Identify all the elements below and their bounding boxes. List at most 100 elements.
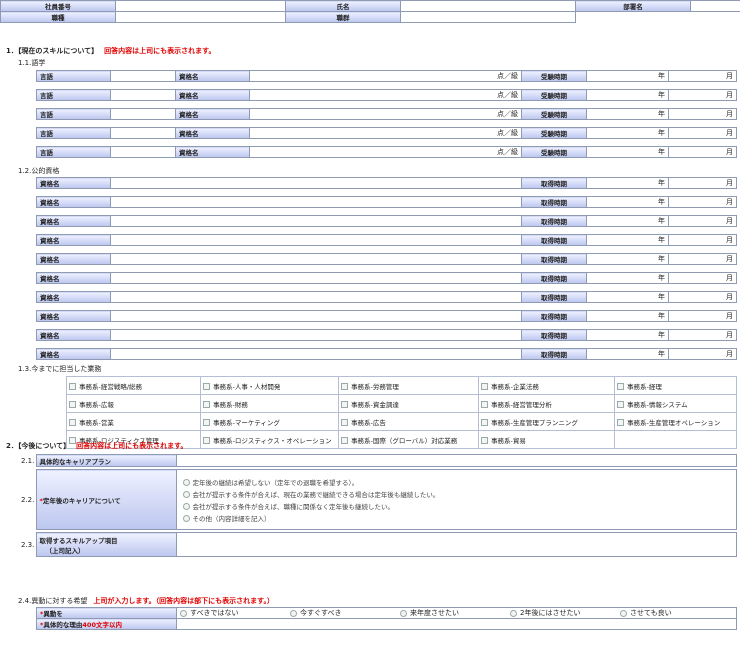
qualification-year-field[interactable]: 年 xyxy=(586,310,669,322)
language-select[interactable] xyxy=(110,146,176,158)
qualification-field[interactable] xyxy=(110,348,522,360)
qualification-field[interactable] xyxy=(110,253,522,265)
position-field[interactable] xyxy=(115,11,286,23)
grade-field[interactable] xyxy=(400,11,576,23)
checkbox-icon[interactable] xyxy=(341,383,348,390)
duty-item[interactable]: 事務系-経営管理分析 xyxy=(478,394,615,413)
language-month-field[interactable]: 月 xyxy=(668,127,737,139)
checkbox-icon[interactable] xyxy=(341,437,348,444)
checkbox-icon[interactable] xyxy=(341,401,348,408)
qualification-year-field[interactable]: 年 xyxy=(586,329,669,341)
radio-icon[interactable] xyxy=(180,609,187,617)
qualification-year-field[interactable]: 年 xyxy=(586,215,669,227)
employee-no-field[interactable] xyxy=(115,0,286,12)
duty-item[interactable]: 事務系-生産管理オペレーション xyxy=(614,412,737,431)
qualification-field[interactable] xyxy=(110,234,522,246)
qualification-field[interactable] xyxy=(110,291,522,303)
qualification-month-field[interactable]: 月 xyxy=(668,215,737,227)
qualification-month-field[interactable]: 月 xyxy=(668,329,737,341)
transfer-option[interactable]: 今すぐすべき xyxy=(290,609,400,618)
checkbox-icon[interactable] xyxy=(617,383,624,390)
duty-item[interactable]: 事務系-経理 xyxy=(614,376,737,395)
duty-item[interactable]: 事務系-生産管理プランニング xyxy=(478,412,615,431)
qualification-year-field[interactable]: 年 xyxy=(586,234,669,246)
duty-item[interactable]: 事務系-国際（グローバル）対応業務 xyxy=(338,430,479,449)
radio-icon[interactable] xyxy=(400,609,407,617)
qualification-month-field[interactable]: 月 xyxy=(668,196,737,208)
transfer-option[interactable]: 2年後にはさせたい xyxy=(510,609,620,618)
duty-item[interactable]: 事務系-貿易 xyxy=(478,430,615,449)
qualification-field[interactable] xyxy=(110,310,522,322)
qualification-field[interactable] xyxy=(110,215,522,227)
career-plan-field[interactable] xyxy=(175,454,737,467)
language-select[interactable] xyxy=(110,70,176,82)
language-month-field[interactable]: 月 xyxy=(668,89,737,101)
qualification-year-field[interactable]: 年 xyxy=(586,177,669,189)
duty-item[interactable]: 事務系-財務 xyxy=(200,394,339,413)
qualification-month-field[interactable]: 月 xyxy=(668,310,737,322)
duty-item[interactable]: 事務系-企業法務 xyxy=(478,376,615,395)
language-year-field[interactable]: 年 xyxy=(586,108,669,120)
qualification-year-field[interactable]: 年 xyxy=(586,196,669,208)
radio-icon[interactable] xyxy=(182,503,190,510)
checkbox-icon[interactable] xyxy=(203,419,210,426)
qualification-field[interactable] xyxy=(110,177,522,189)
language-year-field[interactable]: 年 xyxy=(586,70,669,82)
duty-item[interactable]: 事務系-営業 xyxy=(66,412,201,431)
qualification-month-field[interactable]: 月 xyxy=(668,348,737,360)
qualification-year-field[interactable]: 年 xyxy=(586,348,669,360)
qualification-month-field[interactable]: 月 xyxy=(668,272,737,284)
retirement-option[interactable]: 会社が提示する条件が合えば、現在の業務で継続できる場合は定年後も継続したい。 xyxy=(182,488,733,500)
duty-item[interactable]: 事務系-マーケティング xyxy=(200,412,339,431)
checkbox-icon[interactable] xyxy=(203,437,210,444)
checkbox-icon[interactable] xyxy=(69,383,76,390)
duty-item[interactable]: 事務系-広報 xyxy=(66,394,201,413)
language-select[interactable] xyxy=(110,89,176,101)
checkbox-icon[interactable] xyxy=(203,401,210,408)
qualification-field[interactable] xyxy=(110,329,522,341)
language-month-field[interactable]: 月 xyxy=(668,108,737,120)
checkbox-icon[interactable] xyxy=(617,401,624,408)
language-select[interactable] xyxy=(110,108,176,120)
duty-item[interactable]: 事務系-労務管理 xyxy=(338,376,479,395)
language-month-field[interactable]: 月 xyxy=(668,146,737,158)
checkbox-icon[interactable] xyxy=(203,383,210,390)
radio-icon[interactable] xyxy=(182,479,190,486)
radio-icon[interactable] xyxy=(182,491,190,498)
retirement-option[interactable]: 会社が提示する条件が合えば、職種に関係なく定年後も継続したい。 xyxy=(182,500,733,512)
duty-item[interactable]: 事務系-資金調達 xyxy=(338,394,479,413)
reason-field[interactable] xyxy=(176,618,737,630)
qualification-year-field[interactable]: 年 xyxy=(586,291,669,303)
duty-item[interactable]: 事務系-人事・人材開発 xyxy=(200,376,339,395)
duty-item[interactable]: 事務系-ロジスティクス・オペレーション xyxy=(200,430,339,449)
dept-field[interactable] xyxy=(690,0,740,12)
qualification-month-field[interactable]: 月 xyxy=(668,291,737,303)
checkbox-icon[interactable] xyxy=(617,419,624,426)
checkbox-icon[interactable] xyxy=(69,419,76,426)
qualification-year-field[interactable]: 年 xyxy=(586,253,669,265)
qualification-field[interactable] xyxy=(110,272,522,284)
qualification-month-field[interactable]: 月 xyxy=(668,177,737,189)
checkbox-icon[interactable] xyxy=(481,419,488,426)
qualification-month-field[interactable]: 月 xyxy=(668,253,737,265)
retirement-option[interactable]: 定年後の継続は希望しない（定年での退職を希望する）。 xyxy=(182,476,733,488)
qualification-field[interactable] xyxy=(110,196,522,208)
skillup-field[interactable] xyxy=(175,532,737,557)
name-field[interactable] xyxy=(400,0,576,12)
language-year-field[interactable]: 年 xyxy=(586,127,669,139)
retirement-option[interactable]: その他（内容詳細を記入） xyxy=(182,512,733,524)
duty-item[interactable]: 事務系-情報システム xyxy=(614,394,737,413)
checkbox-icon[interactable] xyxy=(69,401,76,408)
radio-icon[interactable] xyxy=(290,609,297,617)
radio-icon[interactable] xyxy=(182,515,190,522)
transfer-option[interactable]: させても良い xyxy=(620,609,730,618)
transfer-option[interactable]: 来年度させたい xyxy=(400,609,510,618)
transfer-option[interactable]: すべきではない xyxy=(180,609,290,618)
language-month-field[interactable]: 月 xyxy=(668,70,737,82)
language-select[interactable] xyxy=(110,127,176,139)
radio-icon[interactable] xyxy=(510,609,517,617)
duty-item[interactable]: 事務系-広告 xyxy=(338,412,479,431)
qualification-month-field[interactable]: 月 xyxy=(668,234,737,246)
language-year-field[interactable]: 年 xyxy=(586,89,669,101)
checkbox-icon[interactable] xyxy=(481,383,488,390)
